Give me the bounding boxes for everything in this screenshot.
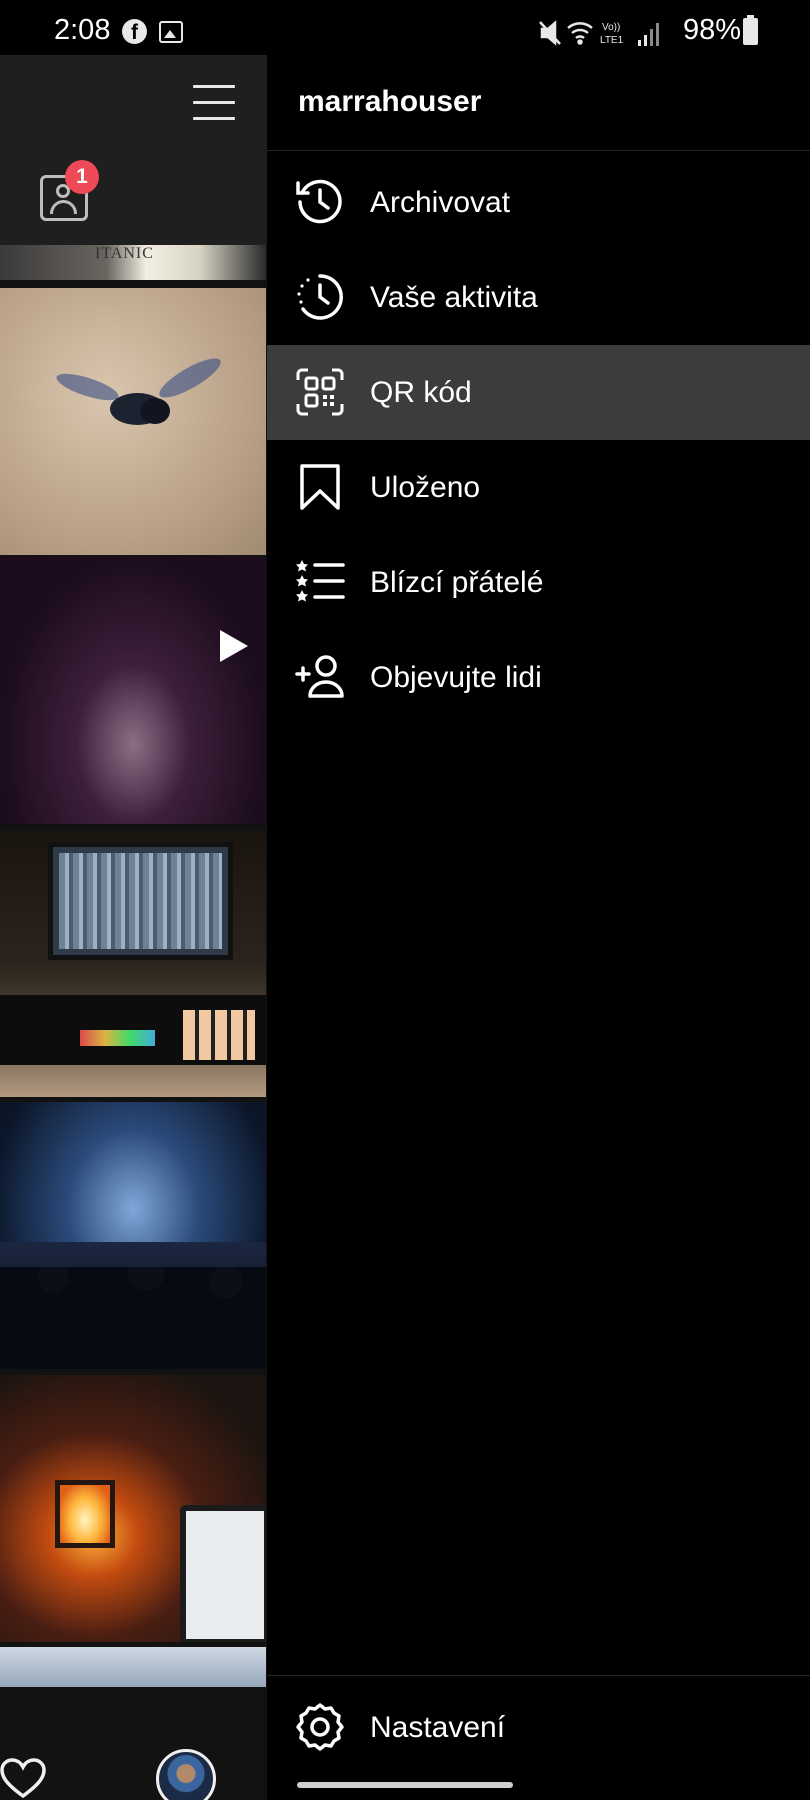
divider xyxy=(267,1675,810,1676)
signal-icon xyxy=(638,23,659,46)
gear-icon xyxy=(296,1703,344,1751)
fireplace-photo xyxy=(55,1480,115,1548)
post-thumbnail[interactable] xyxy=(0,1102,266,1369)
facebook-notification-icon: f xyxy=(122,19,147,44)
menu-icon[interactable] xyxy=(193,85,235,121)
post-thumbnail[interactable]: ITANIC xyxy=(0,245,266,280)
menu-item-close-friends[interactable]: Blízcí přátelé xyxy=(267,535,810,630)
menu-item-label: Vaše aktivita xyxy=(370,281,538,314)
profile-avatar[interactable] xyxy=(156,1749,216,1800)
status-bar: 2:08 f Vo)) LTE1 98% xyxy=(0,0,810,62)
battery-percent: 98% xyxy=(683,14,742,46)
profile-header: 1 xyxy=(0,55,267,245)
connectivity-icons: Vo)) LTE1 xyxy=(539,20,659,46)
photo-caption-fragment: ITANIC xyxy=(95,245,154,262)
side-drawer: marrahouser Archivovat Vaše aktivita QR … xyxy=(267,55,810,1800)
image-notification-icon xyxy=(159,21,183,43)
activity-icon xyxy=(297,274,343,320)
archive-clock-icon xyxy=(296,179,342,224)
notification-badge: 1 xyxy=(65,160,99,194)
menu-item-activity[interactable]: Vaše aktivita xyxy=(267,250,810,345)
video-play-icon xyxy=(220,630,248,662)
status-time: 2:08 xyxy=(54,14,111,46)
qr-code-icon xyxy=(296,368,344,416)
add-person-icon xyxy=(295,655,344,698)
menu-item-label: Uloženo xyxy=(370,471,481,504)
heart-icon[interactable] xyxy=(0,1758,46,1800)
svg-text:LTE1: LTE1 xyxy=(600,35,624,46)
close-friends-list-icon xyxy=(296,560,345,602)
drawer-username: marrahouser xyxy=(298,85,482,118)
menu-item-label: QR kód xyxy=(370,376,472,409)
mute-icon xyxy=(539,20,561,46)
menu-item-label: Archivovat xyxy=(370,186,511,219)
divider xyxy=(267,150,810,151)
menu-item-qr-code[interactable]: QR kód xyxy=(267,345,810,440)
battery-icon xyxy=(743,15,758,45)
wifi-icon xyxy=(567,22,593,45)
menu-item-label: Objevujte lidi xyxy=(370,661,542,694)
svg-text:Vo)): Vo)) xyxy=(602,22,620,33)
menu-item-archive[interactable]: Archivovat xyxy=(267,155,810,250)
menu-item-discover-people[interactable]: Objevujte lidi xyxy=(267,630,810,725)
settings-button[interactable]: Nastavení xyxy=(267,1680,810,1775)
monitor-photo xyxy=(48,842,233,960)
home-indicator[interactable] xyxy=(297,1782,513,1788)
bookmark-icon xyxy=(300,464,340,510)
insect-photo xyxy=(53,351,226,448)
settings-label: Nastavení xyxy=(370,1711,506,1744)
post-thumbnail[interactable] xyxy=(0,1647,266,1687)
post-thumbnail[interactable] xyxy=(0,557,266,824)
post-thumbnail[interactable] xyxy=(0,288,266,555)
post-thumbnail[interactable] xyxy=(0,830,266,1097)
menu-item-label: Blízcí přátelé xyxy=(370,566,544,599)
menu-item-saved[interactable]: Uloženo xyxy=(267,440,810,535)
post-thumbnail[interactable] xyxy=(0,1375,266,1642)
profile-panel: 1 ITANIC xyxy=(0,55,267,1800)
